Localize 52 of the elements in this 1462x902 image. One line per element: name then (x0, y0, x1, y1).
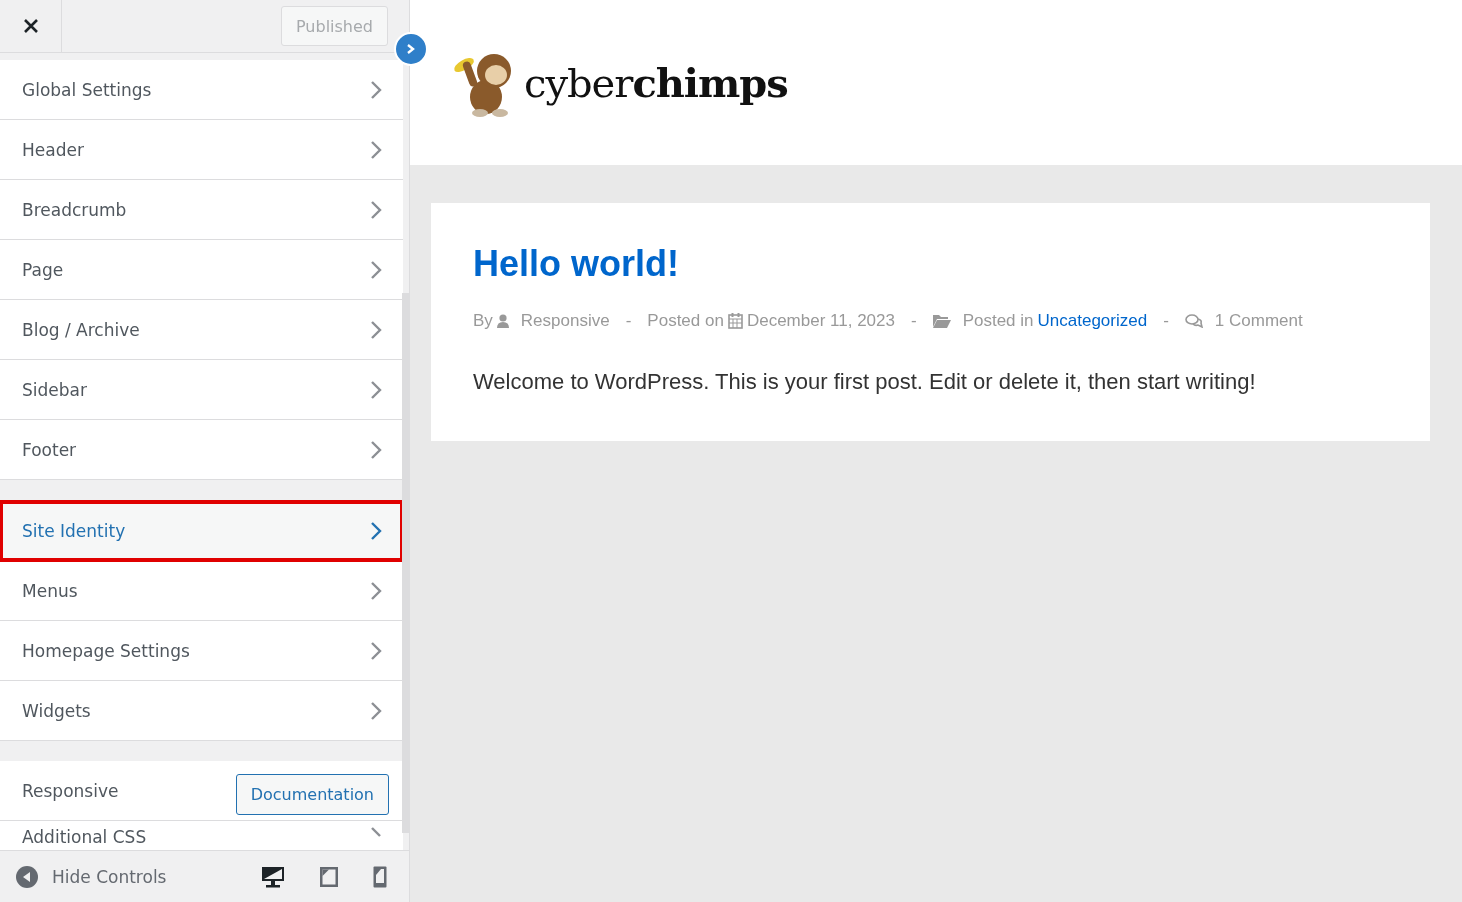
desktop-preview-button[interactable] (261, 865, 285, 888)
menu-item[interactable]: Page (0, 240, 403, 300)
collapse-icon (16, 865, 38, 888)
menu-item[interactable]: Homepage Settings (0, 621, 403, 681)
chevron-right-icon (370, 520, 382, 541)
separator: - (910, 311, 917, 331)
comments-icon (1184, 314, 1203, 328)
by-label: By (473, 311, 493, 331)
chevron-right-icon (370, 439, 382, 460)
logo-text: cyberchimps (524, 59, 788, 106)
menu-item[interactable]: Breadcrumb (0, 180, 403, 240)
chevron-right-icon (406, 43, 416, 55)
category-link[interactable]: Uncategorized (1037, 311, 1148, 331)
chevron-right-icon (370, 379, 382, 400)
close-icon (22, 18, 39, 34)
separator: - (1163, 311, 1169, 331)
chevron-right-icon (370, 580, 382, 601)
mobile-icon (373, 865, 387, 888)
tablet-icon (319, 865, 339, 888)
post-date: December 11, 2023 (746, 311, 895, 331)
menu-item[interactable]: Footer (0, 420, 403, 480)
scrollbar[interactable] (402, 293, 409, 833)
hide-controls-button[interactable]: Hide Controls (16, 865, 167, 888)
menu-item[interactable]: Blog / Archive (0, 300, 403, 360)
chevron-right-icon (370, 259, 382, 280)
theme-label: Responsive (22, 780, 119, 801)
tablet-preview-button[interactable] (319, 865, 339, 888)
menu-item[interactable]: Menus (0, 561, 403, 621)
menu-item[interactable]: Site Identity (0, 501, 403, 561)
mobile-preview-button[interactable] (373, 865, 387, 888)
menu-item[interactable]: Sidebar (0, 360, 403, 420)
post-body: Welcome to WordPress. This is your first post. Edit or delete it, then start writing! (473, 369, 1257, 395)
menu-item[interactable]: Widgets (0, 681, 403, 741)
desktop-icon (261, 865, 285, 888)
posted-in-label: Posted in (962, 311, 1034, 331)
author-name: Responsive (520, 311, 610, 331)
user-icon (496, 314, 509, 328)
folder-icon (932, 314, 951, 328)
menu-item[interactable]: Global Settings (0, 60, 403, 120)
chevron-right-icon (370, 79, 382, 100)
menu-item[interactable]: Header (0, 120, 403, 180)
chevron-right-icon (370, 700, 382, 721)
chevron-right-icon (370, 139, 382, 160)
posted-on-label: Posted on (647, 311, 724, 331)
chevron-right-icon (370, 640, 382, 661)
calendar-icon (727, 313, 743, 329)
menu-item[interactable]: Additional CSS (0, 821, 403, 850)
post-title-link[interactable]: Hello world! (473, 243, 1388, 285)
chevron-right-icon (370, 319, 382, 340)
separator: - (625, 311, 632, 331)
chevron-right-icon (370, 199, 382, 220)
documentation-button[interactable]: Documentation (235, 774, 389, 815)
